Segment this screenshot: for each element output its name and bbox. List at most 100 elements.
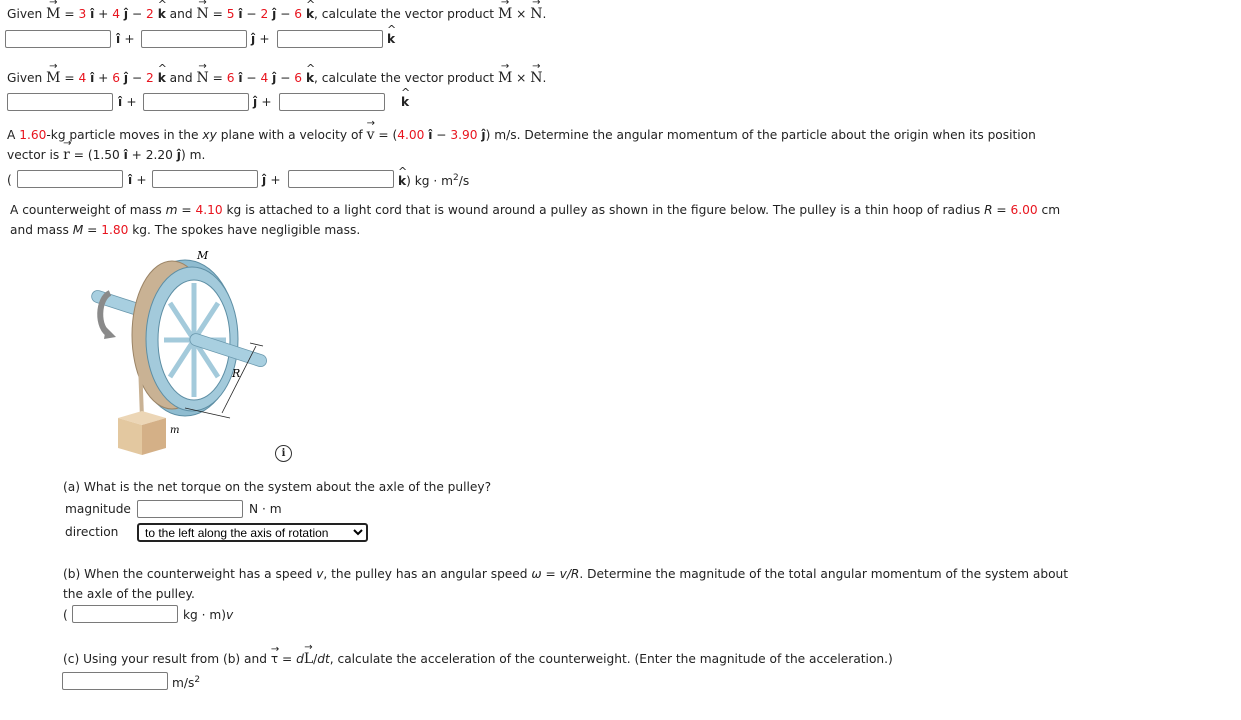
period: . (542, 71, 547, 85)
q4-text: = (177, 203, 196, 217)
j-hat: ĵ (272, 71, 277, 85)
acceleration-input[interactable] (62, 672, 168, 690)
q2-j-input[interactable] (143, 93, 249, 111)
omega-sym: ω (531, 567, 542, 581)
q3-text: − (432, 128, 451, 142)
q1-suffix: , calculate the vector product (314, 7, 498, 21)
cross-symbol: × (512, 7, 531, 21)
label-R: R (231, 367, 240, 380)
q3-j-input[interactable] (152, 170, 258, 188)
q3-text: + 2.20 (127, 148, 177, 162)
label-M: M (196, 249, 209, 262)
part-a-question: (a) What is the net torque on the system… (63, 480, 492, 494)
q3-i-input[interactable] (17, 170, 123, 188)
q3-i-label: î + (128, 173, 147, 187)
vector-tau: → τ (270, 644, 280, 667)
q2-m-k: 2 (146, 71, 154, 85)
q3-open-paren: ( (7, 173, 12, 187)
vector-N: → N (530, 61, 543, 87)
vector-L: → L (303, 642, 314, 668)
direction-select[interactable]: to the left along the axis of rotation (137, 523, 368, 542)
q4-text: A counterweight of mass (10, 203, 166, 217)
angular-momentum-input[interactable] (72, 605, 178, 623)
i-hat: î (238, 71, 243, 85)
q2-n-j: 4 (260, 71, 269, 85)
q4-text: kg is attached to a light cord that is w… (222, 203, 985, 217)
q3-text: vector is (7, 148, 64, 162)
j-hat: ĵ (272, 7, 277, 21)
part-b-text: = (541, 567, 560, 581)
q4-m-sym: m (165, 203, 178, 217)
i-hat: î (90, 71, 95, 85)
k-hat: ^ k (305, 62, 316, 85)
q1-k-input[interactable] (277, 30, 383, 48)
vector-M: → M (46, 61, 61, 87)
torque-magnitude-input[interactable] (137, 500, 243, 518)
vector-N: → N (530, 0, 543, 22)
vector-M: → M (46, 0, 61, 22)
q4-m-value: 4.10 (195, 203, 223, 217)
q3-text: ) m. (180, 148, 206, 162)
part-b-text: , the pulley has an angular speed (323, 567, 532, 581)
cross-symbol: × (512, 71, 531, 85)
q1-n-k: 6 (294, 7, 303, 21)
label-m: m (170, 425, 179, 436)
q1-j-input[interactable] (141, 30, 247, 48)
vector-v: → v (366, 118, 375, 144)
q3-k-input[interactable] (288, 170, 394, 188)
q4-text: = (83, 223, 102, 237)
q3-text: = ( (374, 128, 398, 142)
q2-k-input[interactable] (279, 93, 385, 111)
vector-N: → N (196, 0, 209, 22)
cord (138, 362, 144, 419)
q4-text: kg. The spokes have negligible mass. (128, 223, 361, 237)
q2-n-i: 6 (226, 71, 235, 85)
q3-unit: ^ k) kg · m2/s (398, 165, 470, 189)
q4-prompt-line1: A counterweight of mass m = 4.10 kg is a… (10, 203, 1060, 217)
q1-n-i: 5 (226, 7, 235, 21)
q2-m-j: 6 (112, 71, 121, 85)
info-icon[interactable]: i (275, 445, 292, 462)
q2-eq2: = (208, 71, 227, 85)
v-over-R: v/R (559, 567, 580, 581)
q1-i-label: î + (116, 32, 135, 46)
part-c-text: (c) Using your result from (b) and (63, 652, 271, 666)
q3-text: ) m/s. Determine the angular momentum of… (485, 128, 1036, 142)
q3-mass: 1.60 (19, 128, 47, 142)
vector-M: → M (497, 0, 513, 22)
vector-N: → N (196, 61, 209, 87)
torque-unit: N · m (249, 502, 282, 516)
q3-xy: xy (202, 128, 217, 142)
q2-m-i: 4 (78, 71, 87, 85)
k-hat: ^ k (305, 0, 316, 21)
rotation-arrowhead (104, 327, 116, 339)
q1-n-j: 2 (260, 7, 269, 21)
q4-text: cm (1037, 203, 1061, 217)
q4-R-sym: R (984, 203, 993, 217)
q1-m-j: 4 (112, 7, 121, 21)
q2-suffix: , calculate the vector product (314, 71, 498, 85)
q4-text: and mass (10, 223, 73, 237)
q3-vy: 3.90 (450, 128, 478, 142)
vector-M: → M (497, 61, 513, 87)
q1-m-k: 2 (146, 7, 154, 21)
q4-M-sym: M (72, 223, 84, 237)
q2-k-label: ^ k (400, 86, 411, 109)
q2-i-input[interactable] (7, 93, 113, 111)
i-hat: î (90, 7, 95, 21)
part-b-text: . Determine the magnitude of the total a… (579, 567, 1069, 581)
q2-n-k: 6 (294, 71, 303, 85)
q2-i-label: î + (118, 95, 137, 109)
k-hat: ^ k (398, 165, 408, 189)
q3-text: = (1.50 (69, 148, 124, 162)
q4-prompt-line2: and mass M = 1.80 kg. The spokes have ne… (10, 223, 360, 237)
q2-j-label: ĵ + (253, 95, 272, 109)
dt-sym: dt (317, 652, 330, 666)
q2-and: and (165, 71, 197, 85)
q1-eq: = (60, 7, 79, 21)
part-b-text: (b) When the counterweight has a speed (63, 567, 317, 581)
part-c-text: , calculate the acceleration of the coun… (329, 652, 893, 666)
part-b-open-paren: ( (63, 608, 68, 622)
q1-i-input[interactable] (5, 30, 111, 48)
acceleration-unit: m/s2 (172, 675, 201, 691)
